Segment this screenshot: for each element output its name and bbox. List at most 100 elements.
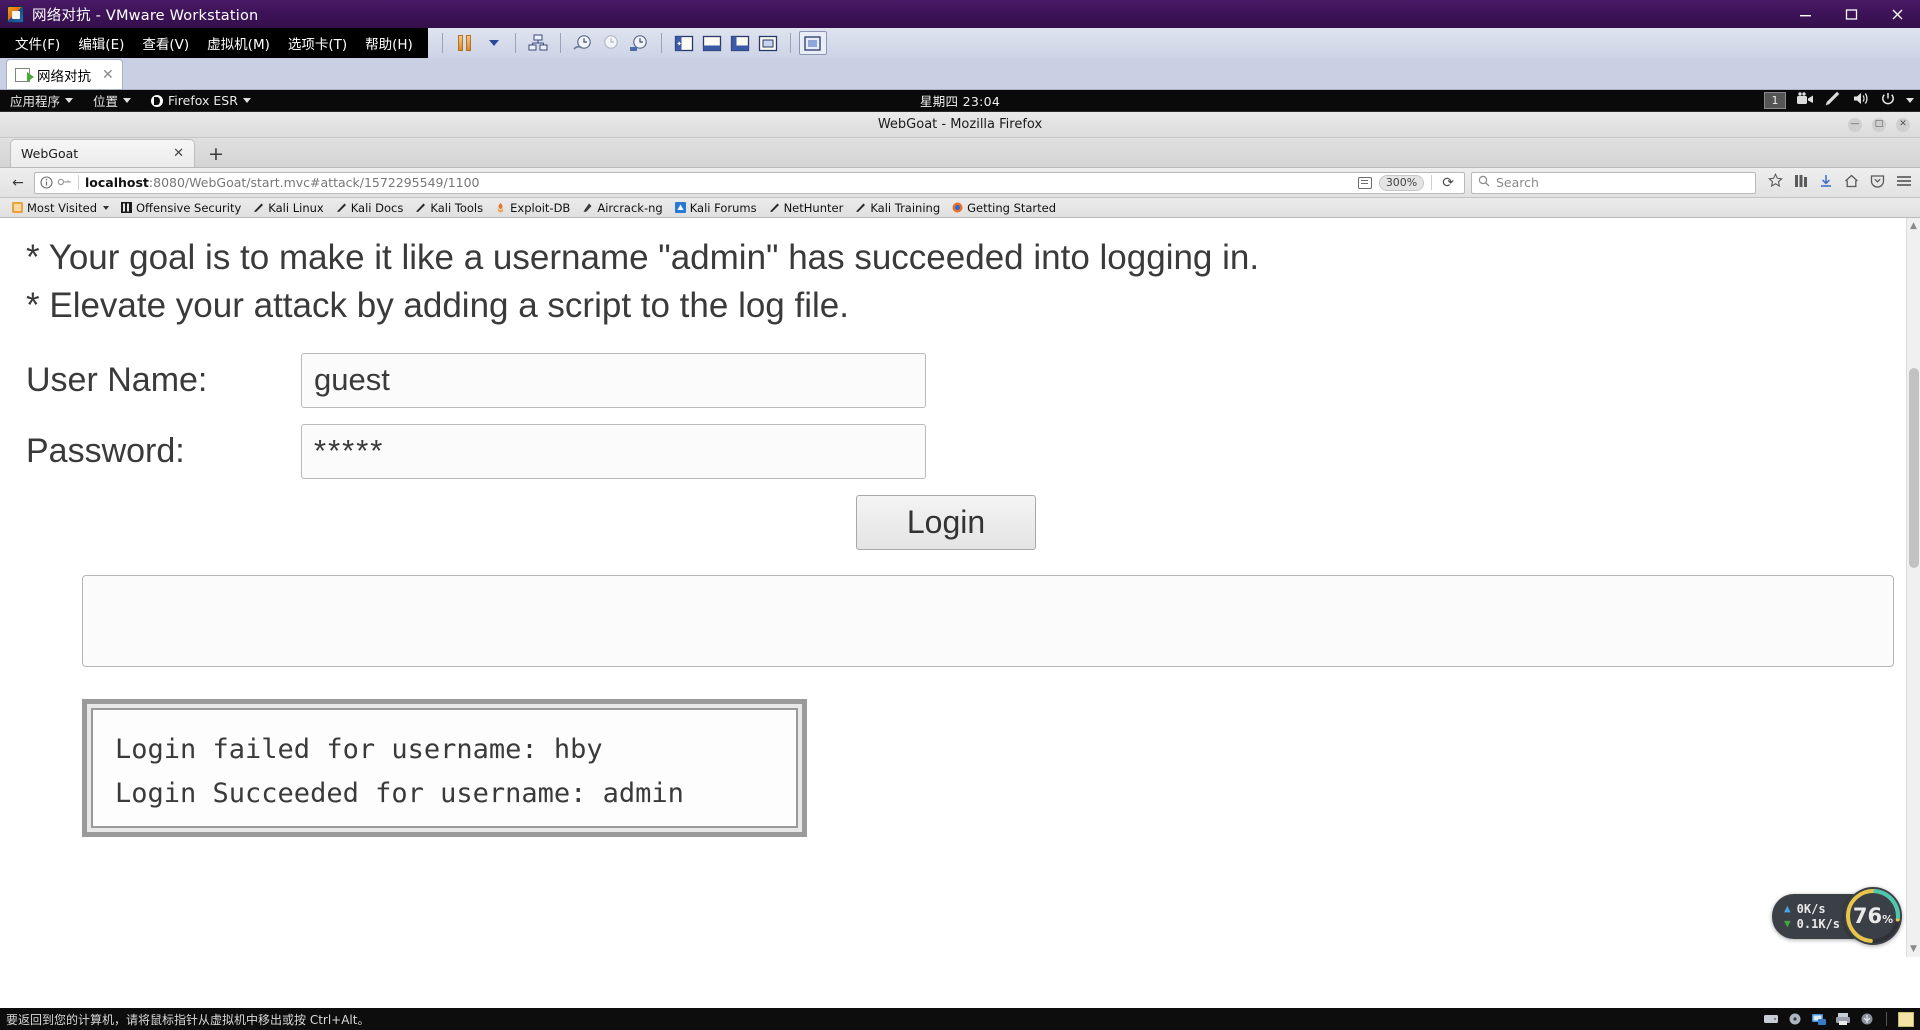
vmware-close-button[interactable] (1874, 0, 1920, 28)
close-icon[interactable]: ✕ (173, 146, 184, 161)
scroll-up-arrow[interactable]: ▲ (1910, 221, 1917, 231)
url-bar[interactable]: localhost:8080/WebGoat/start.mvc#attack/… (34, 172, 1465, 194)
camera-record-icon[interactable] (1796, 91, 1814, 110)
search-input-placeholder[interactable]: Search (1496, 175, 1539, 190)
printer-icon[interactable] (1835, 1012, 1851, 1026)
vmware-titlebar: 网络对抗 - VMware Workstation (0, 0, 1920, 28)
firefox-window-button[interactable]: Firefox ESR (141, 90, 261, 112)
panel-clock[interactable]: 星期四 23:04 (920, 91, 1000, 110)
new-tab-button[interactable]: + (195, 145, 237, 164)
netspeed-widget[interactable]: ▲ 0K/s ▼ 0.1K/s 76% (1772, 887, 1902, 945)
chevron-down-icon[interactable] (1906, 98, 1914, 103)
log-line-2: Login Succeeded for username: admin (115, 772, 774, 817)
firefox-minimize-button[interactable]: — (1848, 118, 1862, 132)
places-menu[interactable]: 位置 (83, 90, 141, 112)
applications-menu[interactable]: 应用程序 (0, 90, 83, 112)
close-icon[interactable]: ✕ (98, 67, 114, 83)
dragon-icon (415, 202, 426, 213)
menu-view[interactable]: 查看(V) (133, 31, 198, 55)
usb-icon[interactable] (1859, 1012, 1875, 1026)
snapshot-manage-icon[interactable] (625, 31, 653, 55)
unity-mode-icon[interactable] (754, 31, 782, 55)
pause-icon[interactable] (451, 31, 479, 55)
back-button[interactable]: ← (8, 173, 28, 193)
panel-tray: 1 (1764, 90, 1914, 112)
scroll-down-arrow[interactable]: ▼ (1910, 944, 1917, 954)
volume-icon[interactable] (1852, 91, 1870, 110)
browser-tab-webgoat[interactable]: WebGoat ✕ (10, 139, 195, 167)
show-both-panels-icon[interactable] (726, 31, 754, 55)
bookmark-getting-started[interactable]: Getting Started (946, 201, 1062, 215)
login-button[interactable]: Login (856, 495, 1036, 550)
sticky-note-icon[interactable] (1898, 1012, 1914, 1027)
firefox-close-button[interactable]: ✕ (1896, 118, 1910, 132)
brightness-pen-icon[interactable] (1824, 91, 1842, 111)
page-info-icon[interactable] (40, 176, 53, 189)
home-icon[interactable] (1844, 174, 1859, 192)
places-menu-label: 位置 (93, 91, 118, 110)
harddisk-icon[interactable] (1763, 1012, 1779, 1026)
login-row: Login (26, 495, 1894, 550)
username-input[interactable]: guest (301, 353, 926, 408)
menu-help[interactable]: 帮助(H) (356, 31, 422, 55)
downloads-icon[interactable] (1819, 174, 1833, 192)
bookmark-kali-training[interactable]: Kali Training (849, 201, 946, 215)
star-icon[interactable] (1768, 173, 1783, 192)
bookmark-kali-linux[interactable]: Kali Linux (247, 201, 329, 215)
scrollbar-thumb[interactable] (1909, 368, 1919, 568)
bookmark-kali-tools[interactable]: Kali Tools (409, 201, 489, 215)
power-icon[interactable] (1880, 91, 1896, 111)
show-left-panel-icon[interactable] (670, 31, 698, 55)
bookmark-label: Exploit-DB (510, 201, 570, 215)
library-icon[interactable] (1794, 174, 1808, 192)
upload-rate-row: ▲ 0K/s (1784, 902, 1840, 916)
download-rate-row: ▼ 0.1K/s (1784, 917, 1840, 931)
vmware-status-text: 要返回到您的计算机，请将鼠标指针从虚拟机中移出或按 Ctrl+Alt。 (6, 1011, 369, 1028)
search-bar[interactable]: Search (1471, 172, 1756, 194)
bookmark-kali-forums[interactable]: Kali Forums (669, 201, 763, 215)
dragon-icon (769, 202, 780, 213)
hamburger-menu-icon[interactable] (1896, 174, 1912, 192)
vmware-minimize-button[interactable] (1782, 0, 1828, 28)
password-input[interactable]: ***** (301, 424, 926, 479)
log-line-1: Login failed for username: hby (115, 728, 774, 773)
snapshot-revert-icon[interactable] (597, 31, 625, 55)
url-text: localhost:8080/WebGoat/start.mvc#attack/… (85, 175, 1352, 190)
bookmark-most-visited[interactable]: Most Visited (6, 201, 115, 215)
firefox-navbar: ← localhost:8080/WebGoat/start.mvc#attac… (0, 168, 1920, 198)
bookmark-aircrack-ng[interactable]: Aircrack-ng (576, 201, 668, 215)
login-key-icon[interactable] (55, 172, 76, 193)
dropdown-caret-icon[interactable] (479, 31, 507, 55)
page-scrollbar[interactable]: ▲ ▼ (1906, 218, 1920, 957)
download-rate: 0.1K/s (1797, 917, 1840, 931)
password-label: Password: (26, 432, 301, 471)
firefox-maximize-button[interactable]: □ (1872, 118, 1886, 132)
bookmark-nethunter[interactable]: NetHunter (763, 201, 850, 215)
bookmark-kali-docs[interactable]: Kali Docs (330, 201, 410, 215)
reload-icon[interactable]: ⟳ (1439, 175, 1457, 191)
vmware-tabstrip: 网络对抗 ✕ (0, 58, 1920, 90)
menu-tabs[interactable]: 选项卡(T) (279, 31, 356, 55)
vmware-vm-tab[interactable]: 网络对抗 ✕ (6, 59, 123, 89)
menu-edit[interactable]: 编辑(E) (69, 31, 133, 55)
menu-file[interactable]: 文件(F) (6, 31, 69, 55)
bookmark-offensive-security[interactable]: Offensive Security (115, 201, 247, 215)
snapshot-take-icon[interactable] (569, 31, 597, 55)
bookmark-exploit-db[interactable]: Exploit-DB (489, 201, 576, 215)
toolbar-separator (560, 33, 561, 53)
fullscreen-icon[interactable] (799, 31, 827, 55)
reader-view-icon[interactable] (1358, 177, 1372, 189)
show-bottom-panel-icon[interactable] (698, 31, 726, 55)
vmware-maximize-button[interactable] (1828, 0, 1874, 28)
network-icon[interactable] (1811, 1012, 1827, 1026)
cdrom-icon[interactable] (1787, 1012, 1803, 1026)
toolbar-separator (442, 33, 443, 53)
network-adapter-icon[interactable] (524, 31, 552, 55)
zoom-level-badge[interactable]: 300% (1379, 175, 1424, 191)
url-divider (78, 175, 79, 190)
pocket-icon[interactable] (1870, 174, 1885, 192)
workspace-switcher[interactable]: 1 (1764, 92, 1786, 109)
upload-rate: 0K/s (1797, 902, 1826, 916)
menu-vm[interactable]: 虚拟机(M) (198, 31, 279, 55)
cpu-usage-gauge[interactable]: 76% (1844, 887, 1902, 945)
